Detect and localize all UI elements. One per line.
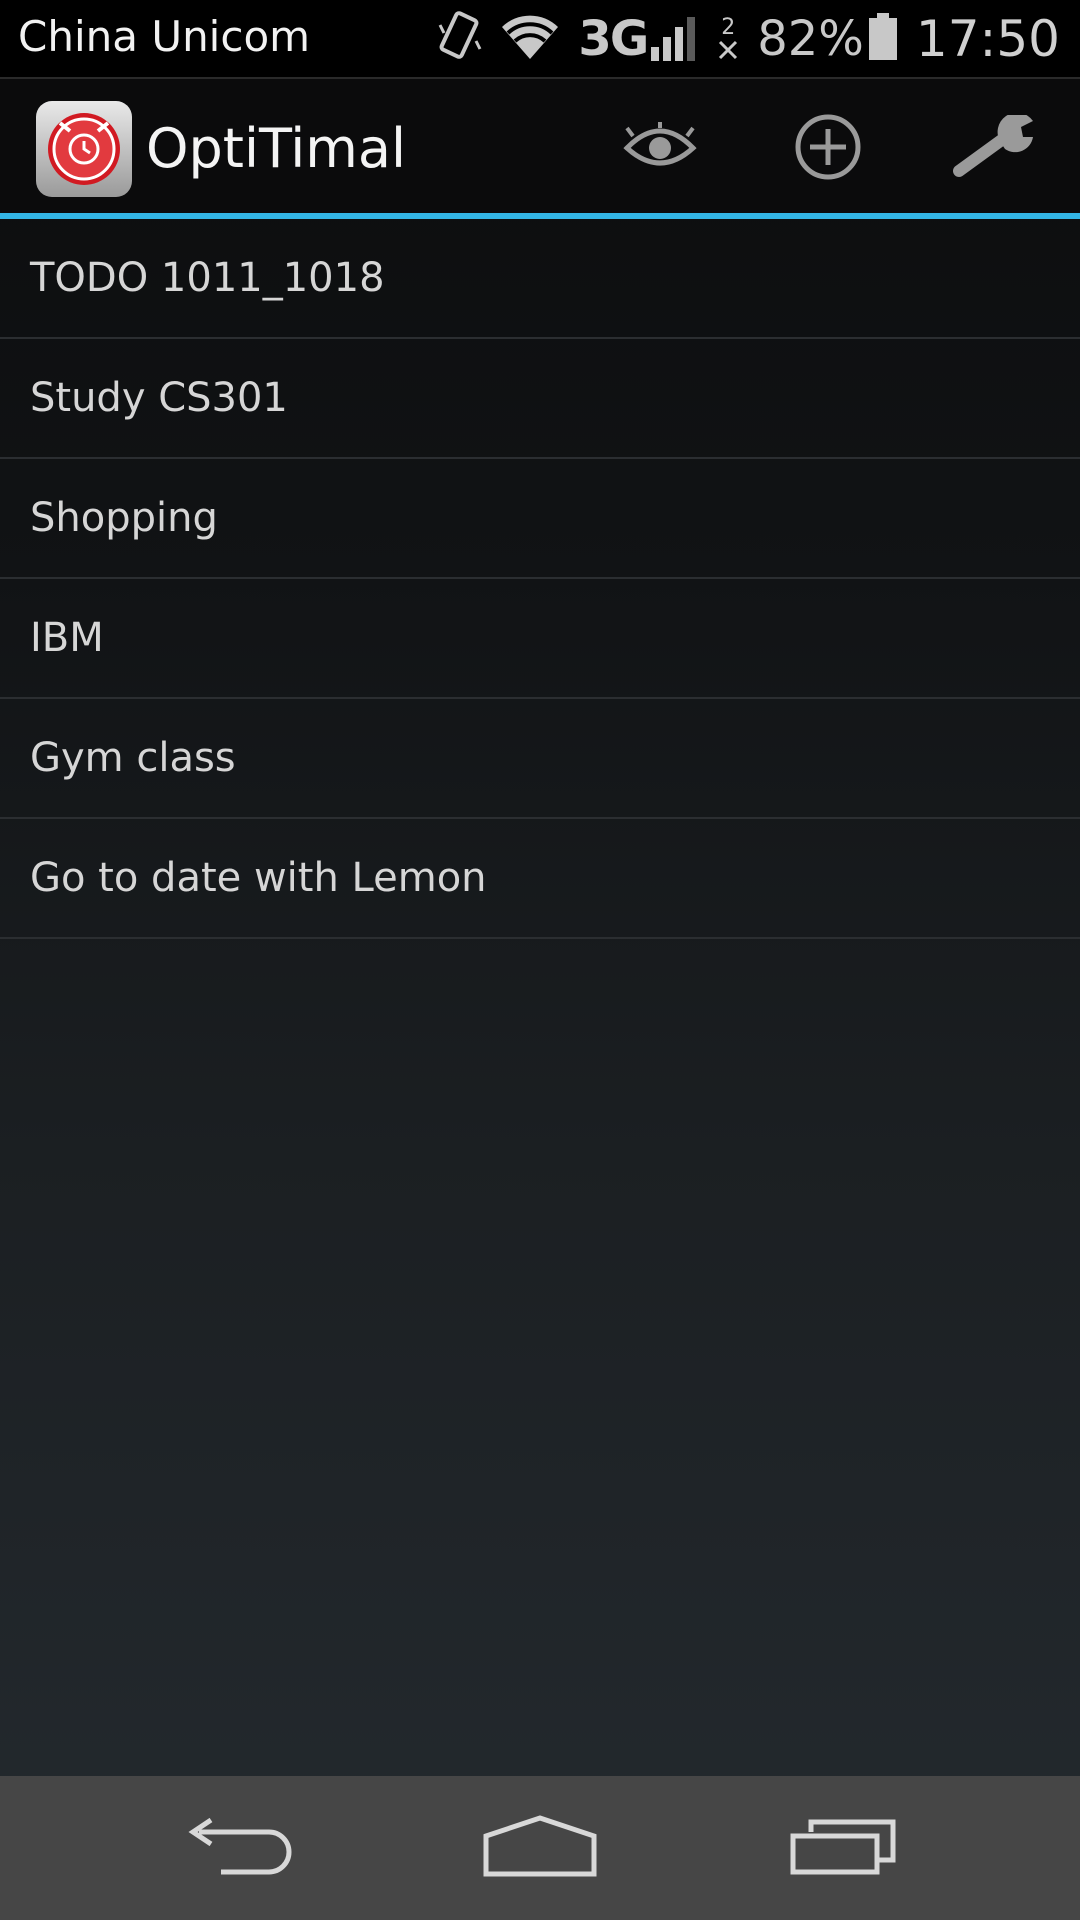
recents-icon — [789, 1816, 899, 1880]
app-title: OptiTimal — [146, 117, 406, 180]
list-item[interactable]: Go to date with Lemon — [0, 819, 1080, 939]
network-type: 3G — [578, 11, 649, 67]
list-item[interactable]: Study CS301 — [0, 339, 1080, 459]
recents-button[interactable] — [764, 1798, 924, 1898]
list-item[interactable]: TODO 1011_1018 — [0, 219, 1080, 339]
wrench-icon — [953, 112, 1037, 183]
action-bar: OptiTimal — [0, 77, 1080, 217]
eye-icon — [623, 122, 697, 176]
back-button[interactable] — [160, 1798, 320, 1898]
list-item-label: IBM — [30, 615, 104, 661]
sim2-label: 2 — [721, 15, 736, 40]
signal-icon — [649, 13, 699, 67]
list-item[interactable]: IBM — [0, 579, 1080, 699]
carrier-name: China Unicom — [18, 12, 311, 61]
alarm-clock-logo[interactable] — [36, 101, 132, 197]
status-icons: 3G 2 82% 17:50 — [436, 8, 1060, 70]
wifi-icon — [500, 13, 560, 65]
list-item[interactable]: Gym class — [0, 699, 1080, 819]
vibrate-icon — [436, 11, 482, 67]
list-item-label: TODO 1011_1018 — [30, 255, 385, 301]
list-item[interactable]: Shopping — [0, 459, 1080, 579]
home-icon — [482, 1814, 598, 1882]
settings-button[interactable] — [940, 99, 1050, 199]
navigation-bar — [0, 1776, 1080, 1920]
battery-percent: 82% — [757, 11, 864, 67]
screen: China Unicom 3G 2 82% 17:50 OptiTimal TO… — [0, 0, 1080, 1920]
back-icon — [185, 1816, 295, 1880]
battery-icon — [868, 13, 898, 65]
list-item-label: Study CS301 — [30, 375, 288, 421]
add-button[interactable] — [773, 99, 883, 199]
list-item-label: Go to date with Lemon — [30, 855, 487, 901]
sim2-no-signal-icon: 2 — [717, 17, 739, 61]
home-button[interactable] — [460, 1798, 620, 1898]
status-clock: 17:50 — [915, 10, 1060, 68]
status-bar: China Unicom 3G 2 82% 17:50 — [0, 0, 1080, 77]
add-icon — [794, 113, 862, 185]
task-list: TODO 1011_1018 Study CS301 Shopping IBM … — [0, 219, 1080, 939]
list-item-label: Shopping — [30, 495, 218, 541]
view-button[interactable] — [605, 99, 715, 199]
list-item-label: Gym class — [30, 735, 236, 781]
